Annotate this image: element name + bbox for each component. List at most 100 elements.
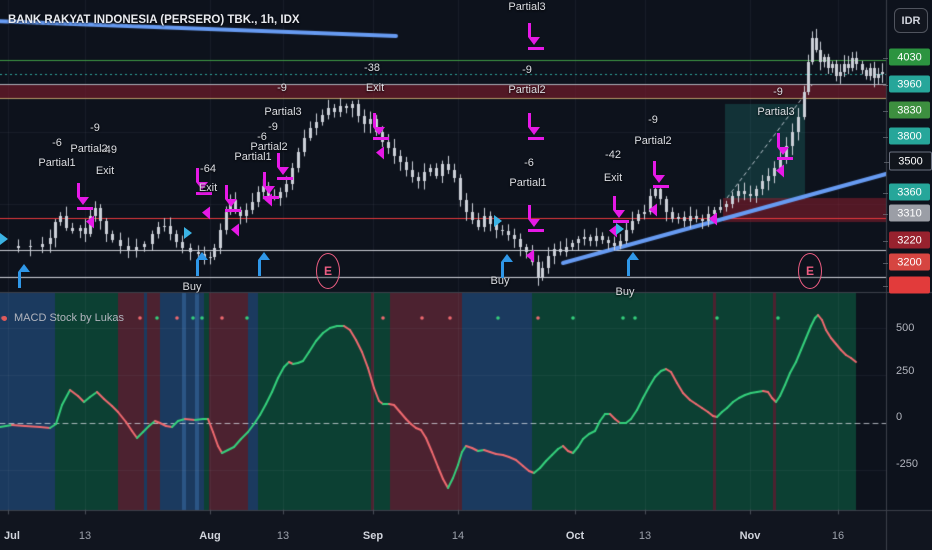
time-axis-label[interactable]: 14 bbox=[452, 530, 464, 542]
trade-annotation: -9 bbox=[522, 64, 532, 76]
sell-arrow-head bbox=[225, 199, 237, 207]
price-scale-label[interactable]: 4030– bbox=[883, 48, 930, 66]
time-axis-label[interactable]: Nov bbox=[740, 530, 761, 542]
indicator-title[interactable]: MACD Stock by Lukas bbox=[14, 312, 124, 324]
sell-arrow-head bbox=[373, 127, 385, 135]
buy-arrow-head bbox=[501, 254, 513, 262]
scale-tick: – bbox=[883, 257, 889, 267]
macd-scale-label: 250 bbox=[896, 365, 915, 377]
time-axis-label[interactable]: 16 bbox=[832, 530, 844, 542]
macd-scale-label: 0 bbox=[896, 411, 903, 423]
sell-arrow-head bbox=[528, 219, 540, 227]
sell-arrow-stem bbox=[613, 196, 616, 210]
sell-arrow-stem bbox=[373, 113, 376, 127]
scale-tick: – bbox=[883, 79, 889, 89]
time-axis-label[interactable]: Oct bbox=[566, 530, 584, 542]
sell-flag-icon bbox=[776, 164, 784, 178]
trade-annotation: -6 bbox=[52, 137, 62, 149]
entry-marker[interactable]: E bbox=[316, 253, 340, 289]
scale-tick: – bbox=[883, 105, 889, 115]
sell-arrow-bar bbox=[528, 47, 544, 50]
trade-annotation: Partial1 bbox=[38, 157, 76, 169]
buy-label: Buy bbox=[615, 286, 635, 298]
sell-arrow-stem bbox=[277, 153, 280, 167]
macd-scale-label: -250 bbox=[896, 458, 919, 470]
trade-annotation: -9 bbox=[90, 122, 100, 134]
sell-arrow-stem bbox=[528, 23, 531, 37]
time-axis-label[interactable]: Aug bbox=[199, 530, 220, 542]
price-scale-label[interactable]: 3200– bbox=[883, 253, 930, 271]
sell-flag-icon bbox=[264, 193, 272, 207]
sell-arrow-head bbox=[528, 127, 540, 135]
trading-chart-window: BANK RAKYAT INDONESIA (PERSERO) TBK., 1h… bbox=[0, 0, 932, 550]
buy-arrow-head bbox=[18, 264, 30, 272]
time-axis-label[interactable]: 13 bbox=[79, 530, 91, 542]
symbol-title: BANK RAKYAT INDONESIA (PERSERO) TBK., 1h… bbox=[8, 14, 300, 26]
sell-arrow-head bbox=[77, 197, 89, 205]
sell-arrow-bar bbox=[528, 229, 544, 232]
sell-flag-icon bbox=[202, 206, 210, 220]
buy-flag-icon bbox=[184, 227, 192, 239]
chart-canvas[interactable] bbox=[0, 0, 932, 550]
sell-arrow-bar bbox=[225, 209, 241, 212]
trade-annotation: -9 bbox=[773, 86, 783, 98]
time-axis-label[interactable]: Sep bbox=[363, 530, 383, 542]
sell-arrow-head bbox=[277, 167, 289, 175]
sell-arrow-stem bbox=[777, 133, 780, 147]
price-scale-label[interactable]: 3800– bbox=[883, 127, 930, 145]
scale-tick: – bbox=[883, 187, 889, 197]
time-axis-label[interactable]: 13 bbox=[277, 530, 289, 542]
time-axis-label[interactable]: 13 bbox=[639, 530, 651, 542]
sell-arrow-stem bbox=[528, 205, 531, 219]
price-scale-label[interactable]: 3310– bbox=[883, 204, 930, 222]
sell-arrow-head bbox=[653, 175, 665, 183]
sell-arrow-stem bbox=[528, 113, 531, 127]
sell-arrow-bar bbox=[528, 137, 544, 140]
sell-arrow-stem bbox=[653, 161, 656, 175]
scale-tick: – bbox=[883, 208, 889, 218]
sell-arrow-head bbox=[777, 147, 789, 155]
trade-annotation: Partial2 bbox=[634, 135, 672, 147]
time-axis-label[interactable]: Jul bbox=[4, 530, 20, 542]
trade-annotation: Partial3 bbox=[508, 1, 546, 13]
sell-arrow-head bbox=[528, 37, 540, 45]
entry-marker[interactable]: E bbox=[798, 253, 822, 289]
trade-annotation: Exit bbox=[198, 182, 218, 194]
buy-flag-icon bbox=[616, 223, 624, 235]
buy-arrow-head bbox=[258, 252, 270, 260]
scale-tick: – bbox=[884, 156, 890, 166]
trade-annotation: Exit bbox=[603, 172, 623, 184]
buy-flag-icon bbox=[494, 215, 502, 227]
buy-arrow-head bbox=[196, 252, 208, 260]
trade-annotation: -6 bbox=[524, 157, 534, 169]
price-scale-label[interactable]: 3500– bbox=[884, 151, 932, 171]
price-scale-label[interactable]: 3220– bbox=[883, 231, 930, 249]
buy-arrow-stem bbox=[627, 260, 630, 276]
trade-annotation: Partial1 bbox=[234, 151, 272, 163]
trade-annotation: -49 bbox=[101, 144, 117, 156]
sell-flag-icon bbox=[376, 146, 384, 160]
scale-tick: – bbox=[883, 131, 889, 141]
sell-arrow-head bbox=[613, 210, 625, 218]
sell-arrow-stem bbox=[263, 172, 266, 186]
trade-annotation: -42 bbox=[605, 149, 621, 161]
macd-scale-label: 500 bbox=[896, 322, 915, 334]
price-scale-label[interactable]: 3360– bbox=[883, 183, 930, 201]
price-scale-label[interactable]: 3960– bbox=[883, 75, 930, 93]
trade-annotation: -9 bbox=[268, 121, 278, 133]
sell-arrow-bar bbox=[373, 137, 389, 140]
sell-flag-icon bbox=[649, 203, 657, 217]
sell-arrow-stem bbox=[225, 185, 228, 199]
trade-annotation: Exit bbox=[365, 82, 385, 94]
trade-annotation: -9 bbox=[277, 82, 287, 94]
sell-arrow-bar bbox=[653, 185, 669, 188]
trade-annotation: Exit bbox=[95, 165, 115, 177]
price-scale-label[interactable]: 3830– bbox=[883, 101, 930, 119]
currency-toggle-button[interactable]: IDR bbox=[894, 8, 928, 33]
price-scale-label[interactable]: – bbox=[883, 276, 930, 294]
trade-annotation: -9 bbox=[648, 114, 658, 126]
sell-flag-icon bbox=[231, 223, 239, 237]
indicator-status-dot bbox=[2, 316, 7, 321]
trade-annotation: Partial3 bbox=[757, 106, 795, 118]
buy-label: Buy bbox=[182, 281, 202, 293]
